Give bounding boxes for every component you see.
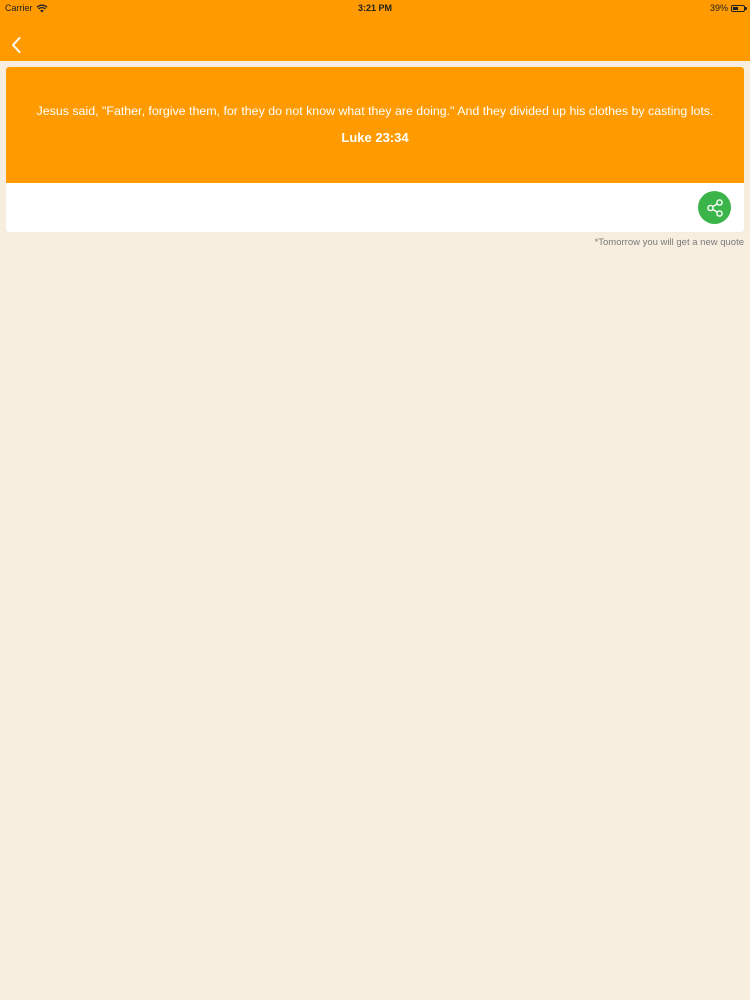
- battery-indicator: 39%: [709, 3, 747, 13]
- battery-percent: 39%: [709, 3, 728, 13]
- new-quote-note: *Tomorrow you will get a new quote: [594, 237, 744, 248]
- share-button[interactable]: [698, 191, 731, 224]
- battery-icon: [731, 4, 747, 12]
- quote-text: Jesus said, "Father, forgive them, for t…: [36, 104, 714, 118]
- status-bar: Carrier 3:21 PM 39%: [0, 0, 750, 15]
- back-button[interactable]: [6, 34, 26, 56]
- status-time: 3:21 PM: [357, 3, 392, 13]
- quote-card: Jesus said, "Father, forgive them, for t…: [6, 67, 744, 232]
- quote-reference: Luke 23:34: [341, 130, 409, 145]
- navigation-bar: Carrier 3:21 PM 39%: [0, 0, 750, 61]
- share-icon: [706, 198, 723, 217]
- quote-area: Jesus said, "Father, forgive them, for t…: [6, 67, 744, 183]
- chevron-left-icon: [12, 37, 21, 53]
